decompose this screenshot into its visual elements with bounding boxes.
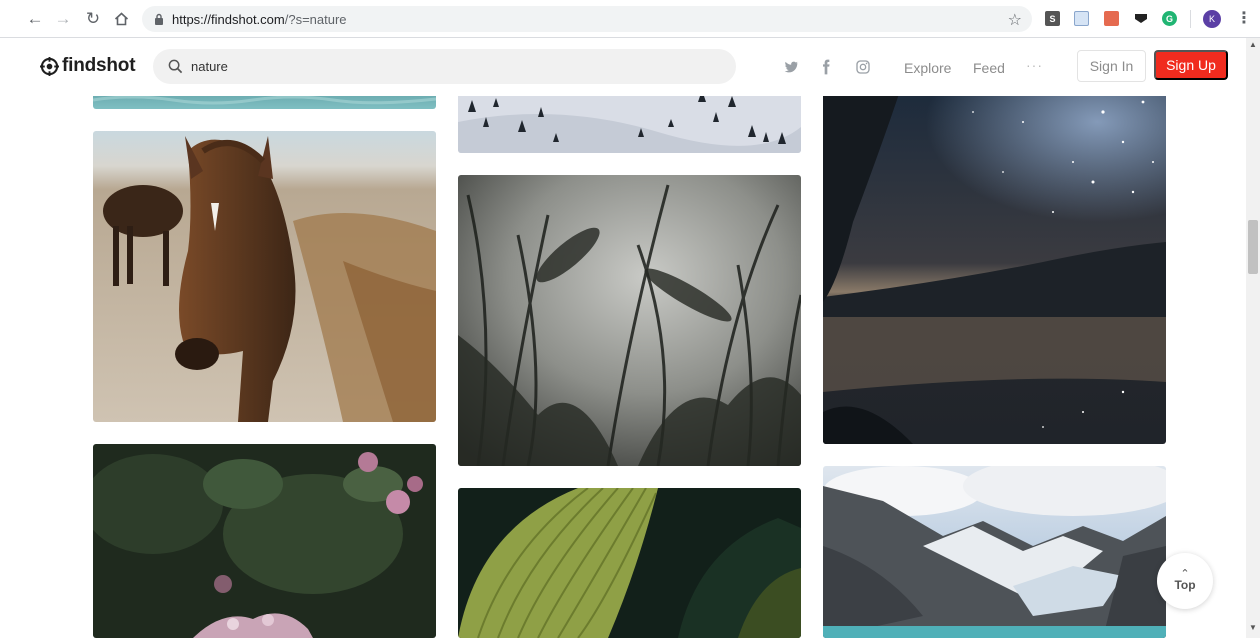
home-icon[interactable]: [110, 8, 132, 30]
nav-feed[interactable]: Feed: [973, 60, 1005, 76]
green-extension-icon[interactable]: G: [1162, 11, 1177, 26]
lock-icon: [155, 13, 163, 25]
toolbar-divider: [1190, 10, 1191, 28]
sign-up-button[interactable]: Sign Up: [1154, 50, 1228, 80]
sign-in-button[interactable]: Sign In: [1077, 50, 1146, 82]
back-to-top-button[interactable]: ⌃ Top: [1157, 553, 1213, 609]
chevron-up-icon: ⌃: [1180, 568, 1190, 580]
s-extension-icon[interactable]: S: [1045, 11, 1060, 26]
search-bar[interactable]: [153, 49, 736, 84]
search-icon[interactable]: [168, 59, 183, 74]
photo-horses[interactable]: [93, 131, 436, 422]
site-header: findshot Explore Feed ··· Sign In Sign U…: [0, 38, 1246, 96]
facebook-icon[interactable]: [818, 59, 834, 75]
photo-pink-flowers[interactable]: [93, 444, 436, 638]
bookmark-star-icon[interactable]: ☆: [1008, 10, 1022, 30]
dark-extension-icon[interactable]: [1133, 11, 1148, 26]
logo-text: findshot: [62, 55, 136, 76]
top-label: Top: [1174, 578, 1196, 592]
search-input[interactable]: [191, 59, 691, 74]
profile-avatar[interactable]: K: [1203, 10, 1221, 28]
photo-green-leaf[interactable]: [458, 488, 801, 638]
nav-explore[interactable]: Explore: [904, 60, 951, 76]
pdf-extension-icon[interactable]: [1104, 11, 1119, 26]
scroll-thumb[interactable]: [1248, 220, 1258, 274]
photo-mountains-glacier[interactable]: [823, 466, 1166, 638]
browser-toolbar: ← → ↻ https://findshot.com/?s=nature ☆ S…: [0, 0, 1260, 38]
back-icon[interactable]: ←: [24, 8, 46, 30]
twitter-icon[interactable]: [783, 59, 799, 75]
forward-icon[interactable]: →: [52, 8, 74, 30]
logo-crosshair-icon: [40, 56, 59, 76]
address-bar[interactable]: https://findshot.com/?s=nature ☆: [142, 6, 1032, 32]
photo-grass-silhouette[interactable]: [458, 175, 801, 466]
scroll-up-icon[interactable]: ▲: [1249, 40, 1257, 49]
reload-icon[interactable]: ↻: [82, 8, 104, 30]
scroll-down-icon[interactable]: ▼: [1249, 623, 1257, 632]
nav-more-icon[interactable]: ···: [1026, 57, 1043, 73]
findshot-logo[interactable]: findshot: [40, 55, 136, 77]
image-extension-icon[interactable]: [1074, 11, 1089, 26]
url-text: https://findshot.com/?s=nature: [172, 11, 347, 27]
browser-menu-icon[interactable]: ⋮: [1236, 8, 1252, 28]
page-scrollbar[interactable]: ▲ ▼: [1246, 38, 1260, 638]
photo-starry-lake[interactable]: [823, 82, 1166, 444]
instagram-icon[interactable]: [855, 59, 871, 75]
